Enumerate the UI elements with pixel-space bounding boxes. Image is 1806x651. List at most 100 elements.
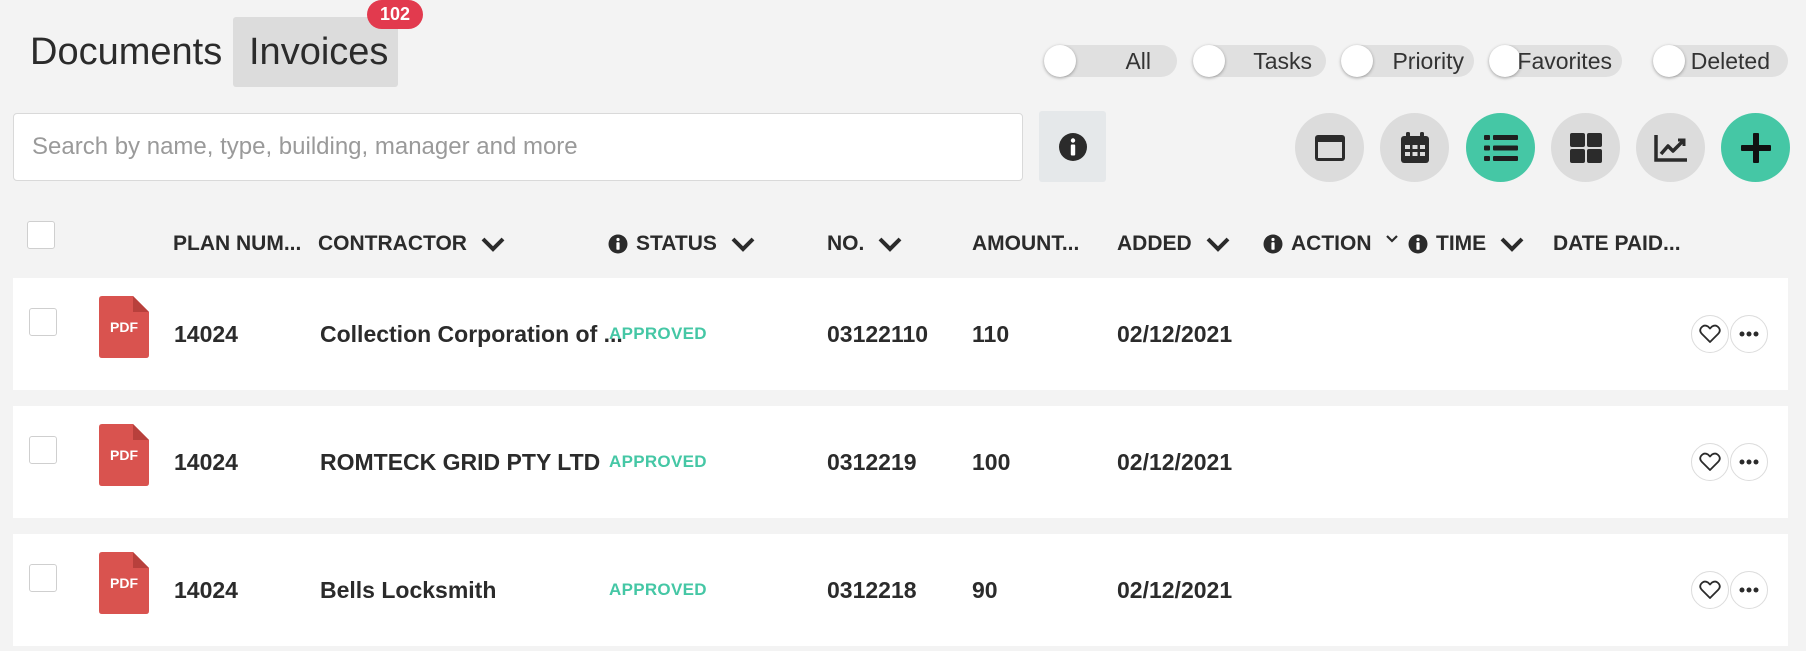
added-cell: 02/12/2021 [1117,321,1233,347]
column-header-date-paid[interactable]: DATE PAID... [1553,232,1681,256]
filter-priority-label: Priority [1392,48,1464,74]
column-header-action[interactable]: ACTION [1263,232,1398,256]
added-header-label: ADDED [1117,232,1192,255]
more-options-button[interactable] [1730,315,1768,353]
column-header-status[interactable]: STATUS [608,232,755,256]
select-all-checkbox[interactable] [27,221,55,249]
column-header-contractor[interactable]: CONTRACTOR [318,232,505,256]
chart-view-button[interactable] [1636,113,1705,182]
filter-favorites-toggle[interactable]: Favorites [1489,45,1622,77]
more-options-button[interactable] [1730,571,1768,609]
search-input[interactable] [13,113,1023,181]
row-checkbox[interactable] [29,436,57,464]
grid-view-button[interactable] [1551,113,1620,182]
invoices-count-badge: 102 [367,0,423,29]
no-cell: 0312219 [827,449,917,475]
time-header-label: TIME [1436,232,1487,255]
plan-num-cell: 14024 [174,321,238,347]
info-icon [1058,132,1087,161]
filter-tasks-label: Tasks [1253,48,1312,74]
chart-icon [1653,134,1687,162]
more-icon [1739,331,1759,337]
more-icon [1739,587,1759,593]
toggle-knob [1489,45,1521,77]
list-view-icon [1483,134,1518,161]
svg-text:PDF: PDF [110,447,138,463]
pdf-file-icon: PDF [99,552,149,614]
amount-cell: 100 [972,449,1011,475]
column-header-no[interactable]: NO. [827,232,902,256]
chevron-down-icon[interactable] [1206,237,1230,252]
more-icon [1739,459,1759,465]
info-icon[interactable] [1408,234,1428,254]
calendar-icon [1400,131,1429,163]
invoices-page: Documents Invoices 102 All Tasks Priorit… [0,0,1806,651]
filter-deleted-toggle[interactable]: Deleted [1653,45,1788,77]
status-badge: APPROVED [609,324,707,343]
filter-tasks-toggle[interactable]: Tasks [1193,45,1326,77]
contractor-cell: Bells Locksmith [320,577,497,603]
added-cell: 02/12/2021 [1117,577,1233,603]
add-document-button[interactable] [1721,113,1790,182]
favorite-button[interactable] [1691,571,1729,609]
chevron-down-icon[interactable] [731,237,755,252]
amount-header-label: AMOUNT... [972,232,1080,255]
info-icon[interactable] [1263,234,1283,254]
column-header-plan-num[interactable]: PLAN NUM... [173,232,301,256]
plan-num-cell: 14024 [174,577,238,603]
tab-documents[interactable]: Documents [14,17,238,87]
chevron-down-icon[interactable] [878,237,902,252]
filter-favorites-label: Favorites [1517,48,1612,74]
toggle-knob [1044,45,1076,77]
list-view-button[interactable] [1466,113,1535,182]
grid-view-icon [1569,132,1602,163]
svg-text:PDF: PDF [110,319,138,335]
row-checkbox[interactable] [29,564,57,592]
no-header-label: NO. [827,232,865,255]
toggle-knob [1341,45,1373,77]
favorite-button[interactable] [1691,443,1729,481]
chevron-down-icon[interactable] [1385,235,1398,243]
status-badge: APPROVED [609,580,707,599]
chevron-down-icon[interactable] [1500,237,1524,252]
filter-priority-toggle[interactable]: Priority [1341,45,1474,77]
column-header-added[interactable]: ADDED [1117,232,1230,256]
svg-text:PDF: PDF [110,575,138,591]
status-header-label: STATUS [636,232,717,255]
no-cell: 0312218 [827,577,917,603]
contractor-header-label: CONTRACTOR [318,232,467,255]
pdf-file-icon: PDF [99,296,149,358]
contractor-cell: Collection Corporation of ... [320,321,623,347]
card-view-icon [1314,134,1345,161]
no-cell: 03122110 [827,321,929,347]
heart-icon [1699,324,1721,343]
tab-invoices[interactable]: Invoices [233,17,398,87]
column-header-amount[interactable]: AMOUNT... [972,232,1079,256]
chevron-down-icon[interactable] [481,237,505,252]
more-options-button[interactable] [1730,443,1768,481]
added-cell: 02/12/2021 [1117,449,1233,475]
filter-all-toggle[interactable]: All [1044,45,1177,77]
column-header-time[interactable]: TIME [1408,232,1524,256]
table-row[interactable]: PDF 14024 ROMTECK GRID PTY LTD APPROVED … [13,406,1788,518]
calendar-view-button[interactable] [1380,113,1449,182]
plan-num-header-label: PLAN NUM... [173,232,302,255]
row-checkbox[interactable] [29,308,57,336]
action-header-label: ACTION [1291,232,1372,255]
amount-cell: 110 [972,321,1010,347]
amount-cell: 90 [972,577,998,603]
pdf-file-icon: PDF [99,424,149,486]
toggle-knob [1193,45,1225,77]
date-paid-header-label: DATE PAID... [1553,232,1681,255]
filter-all-label: All [1125,48,1151,74]
table-row[interactable]: PDF 14024 Collection Corporation of ... … [13,278,1788,390]
plan-num-cell: 14024 [174,449,238,475]
info-icon[interactable] [608,234,628,254]
toggle-knob [1653,45,1685,77]
heart-icon [1699,452,1721,471]
status-badge: APPROVED [609,452,707,471]
card-view-button[interactable] [1295,113,1364,182]
favorite-button[interactable] [1691,315,1729,353]
table-row[interactable]: PDF 14024 Bells Locksmith APPROVED 03122… [13,534,1788,646]
search-info-button[interactable] [1039,111,1106,182]
